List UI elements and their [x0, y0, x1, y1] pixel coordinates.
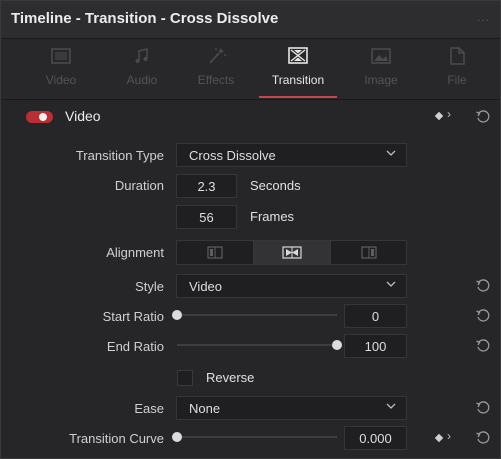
transition-type-select[interactable]: Cross Dissolve — [176, 143, 407, 167]
title-bar: Timeline - Transition - Cross Dissolve .… — [1, 1, 500, 39]
align-center-icon — [282, 246, 302, 259]
video-frame-icon — [51, 48, 71, 64]
more-options-icon[interactable]: ... — [477, 10, 490, 24]
reset-icon[interactable] — [475, 430, 491, 446]
style-label: Style — [135, 279, 164, 294]
reset-icon[interactable] — [475, 400, 491, 416]
tab-label: Image — [364, 73, 398, 87]
tab-video[interactable]: Video — [21, 40, 101, 100]
align-start-icon — [207, 246, 223, 259]
window-title: Timeline - Transition - Cross Dissolve — [11, 10, 279, 27]
align-end-icon — [361, 246, 377, 259]
start-ratio-field[interactable]: 0 — [344, 304, 407, 328]
ease-label: Ease — [134, 401, 164, 416]
align-center-button[interactable] — [254, 241, 331, 264]
reset-icon[interactable] — [475, 278, 491, 294]
transition-type-label: Transition Type — [75, 148, 164, 163]
alignment-label: Alignment — [106, 245, 164, 260]
tab-file[interactable]: File — [417, 40, 497, 100]
start-ratio-slider[interactable] — [177, 314, 337, 316]
file-icon — [450, 47, 465, 65]
music-note-icon — [135, 47, 148, 63]
reset-icon[interactable] — [475, 338, 491, 354]
transition-curve-field[interactable]: 0.000 — [344, 426, 407, 450]
reverse-checkbox[interactable] — [177, 370, 193, 386]
chevron-down-icon — [386, 403, 396, 409]
transition-curve-slider[interactable] — [177, 436, 337, 438]
keyframe-diamond-icon[interactable] — [434, 433, 444, 443]
chevron-down-icon — [386, 150, 396, 156]
transition-curve-label: Transition Curve — [69, 431, 164, 446]
reset-icon[interactable] — [475, 308, 491, 324]
next-keyframe-icon[interactable]: › — [447, 107, 451, 121]
ease-select[interactable]: None — [176, 396, 407, 420]
duration-frames-field[interactable]: 56 — [176, 205, 237, 229]
video-section-toggle[interactable] — [26, 111, 53, 123]
toggle-knob — [39, 113, 47, 121]
tab-audio[interactable]: Audio — [102, 40, 182, 100]
section-title: Video — [65, 108, 101, 124]
align-end-button[interactable] — [331, 241, 406, 264]
end-ratio-slider[interactable] — [177, 344, 337, 346]
duration-label: Duration — [114, 178, 164, 193]
alignment-segmented-control — [176, 240, 407, 265]
transition-icon — [288, 47, 308, 64]
reverse-label: Reverse — [206, 370, 255, 385]
active-tab-indicator — [259, 96, 337, 98]
frames-unit-label: Frames — [250, 209, 295, 224]
align-start-button[interactable] — [177, 241, 254, 264]
chevron-down-icon — [386, 281, 396, 287]
reset-icon[interactable] — [475, 109, 491, 125]
tab-label: Transition — [271, 73, 325, 87]
tab-label: Video — [45, 73, 77, 87]
end-ratio-label: End Ratio — [106, 339, 164, 354]
magic-wand-icon — [209, 48, 226, 64]
tab-label: File — [447, 73, 467, 87]
seconds-unit-label: Seconds — [250, 178, 301, 193]
transition-curve-slider-handle[interactable] — [172, 432, 182, 442]
keyframe-diamond-icon[interactable] — [434, 111, 444, 121]
start-ratio-label: Start Ratio — [102, 309, 164, 324]
tab-transition[interactable]: Transition — [258, 40, 338, 100]
tab-label: Audio — [126, 73, 158, 87]
inspector-tabs: Video Audio Effects Transition Image Fil… — [1, 40, 500, 100]
end-ratio-field[interactable]: 100 — [344, 334, 407, 358]
inspector-panel: Timeline - Transition - Cross Dissolve .… — [0, 0, 501, 459]
start-ratio-slider-handle[interactable] — [172, 310, 182, 320]
image-icon — [371, 48, 391, 64]
duration-seconds-field[interactable]: 2.3 — [176, 174, 237, 198]
end-ratio-slider-handle[interactable] — [332, 340, 342, 350]
style-select[interactable]: Video — [176, 274, 407, 298]
tab-label: Effects — [197, 73, 235, 87]
tab-image[interactable]: Image — [341, 40, 421, 100]
tab-effects[interactable]: Effects — [176, 40, 256, 100]
next-keyframe-icon[interactable]: › — [447, 429, 451, 443]
